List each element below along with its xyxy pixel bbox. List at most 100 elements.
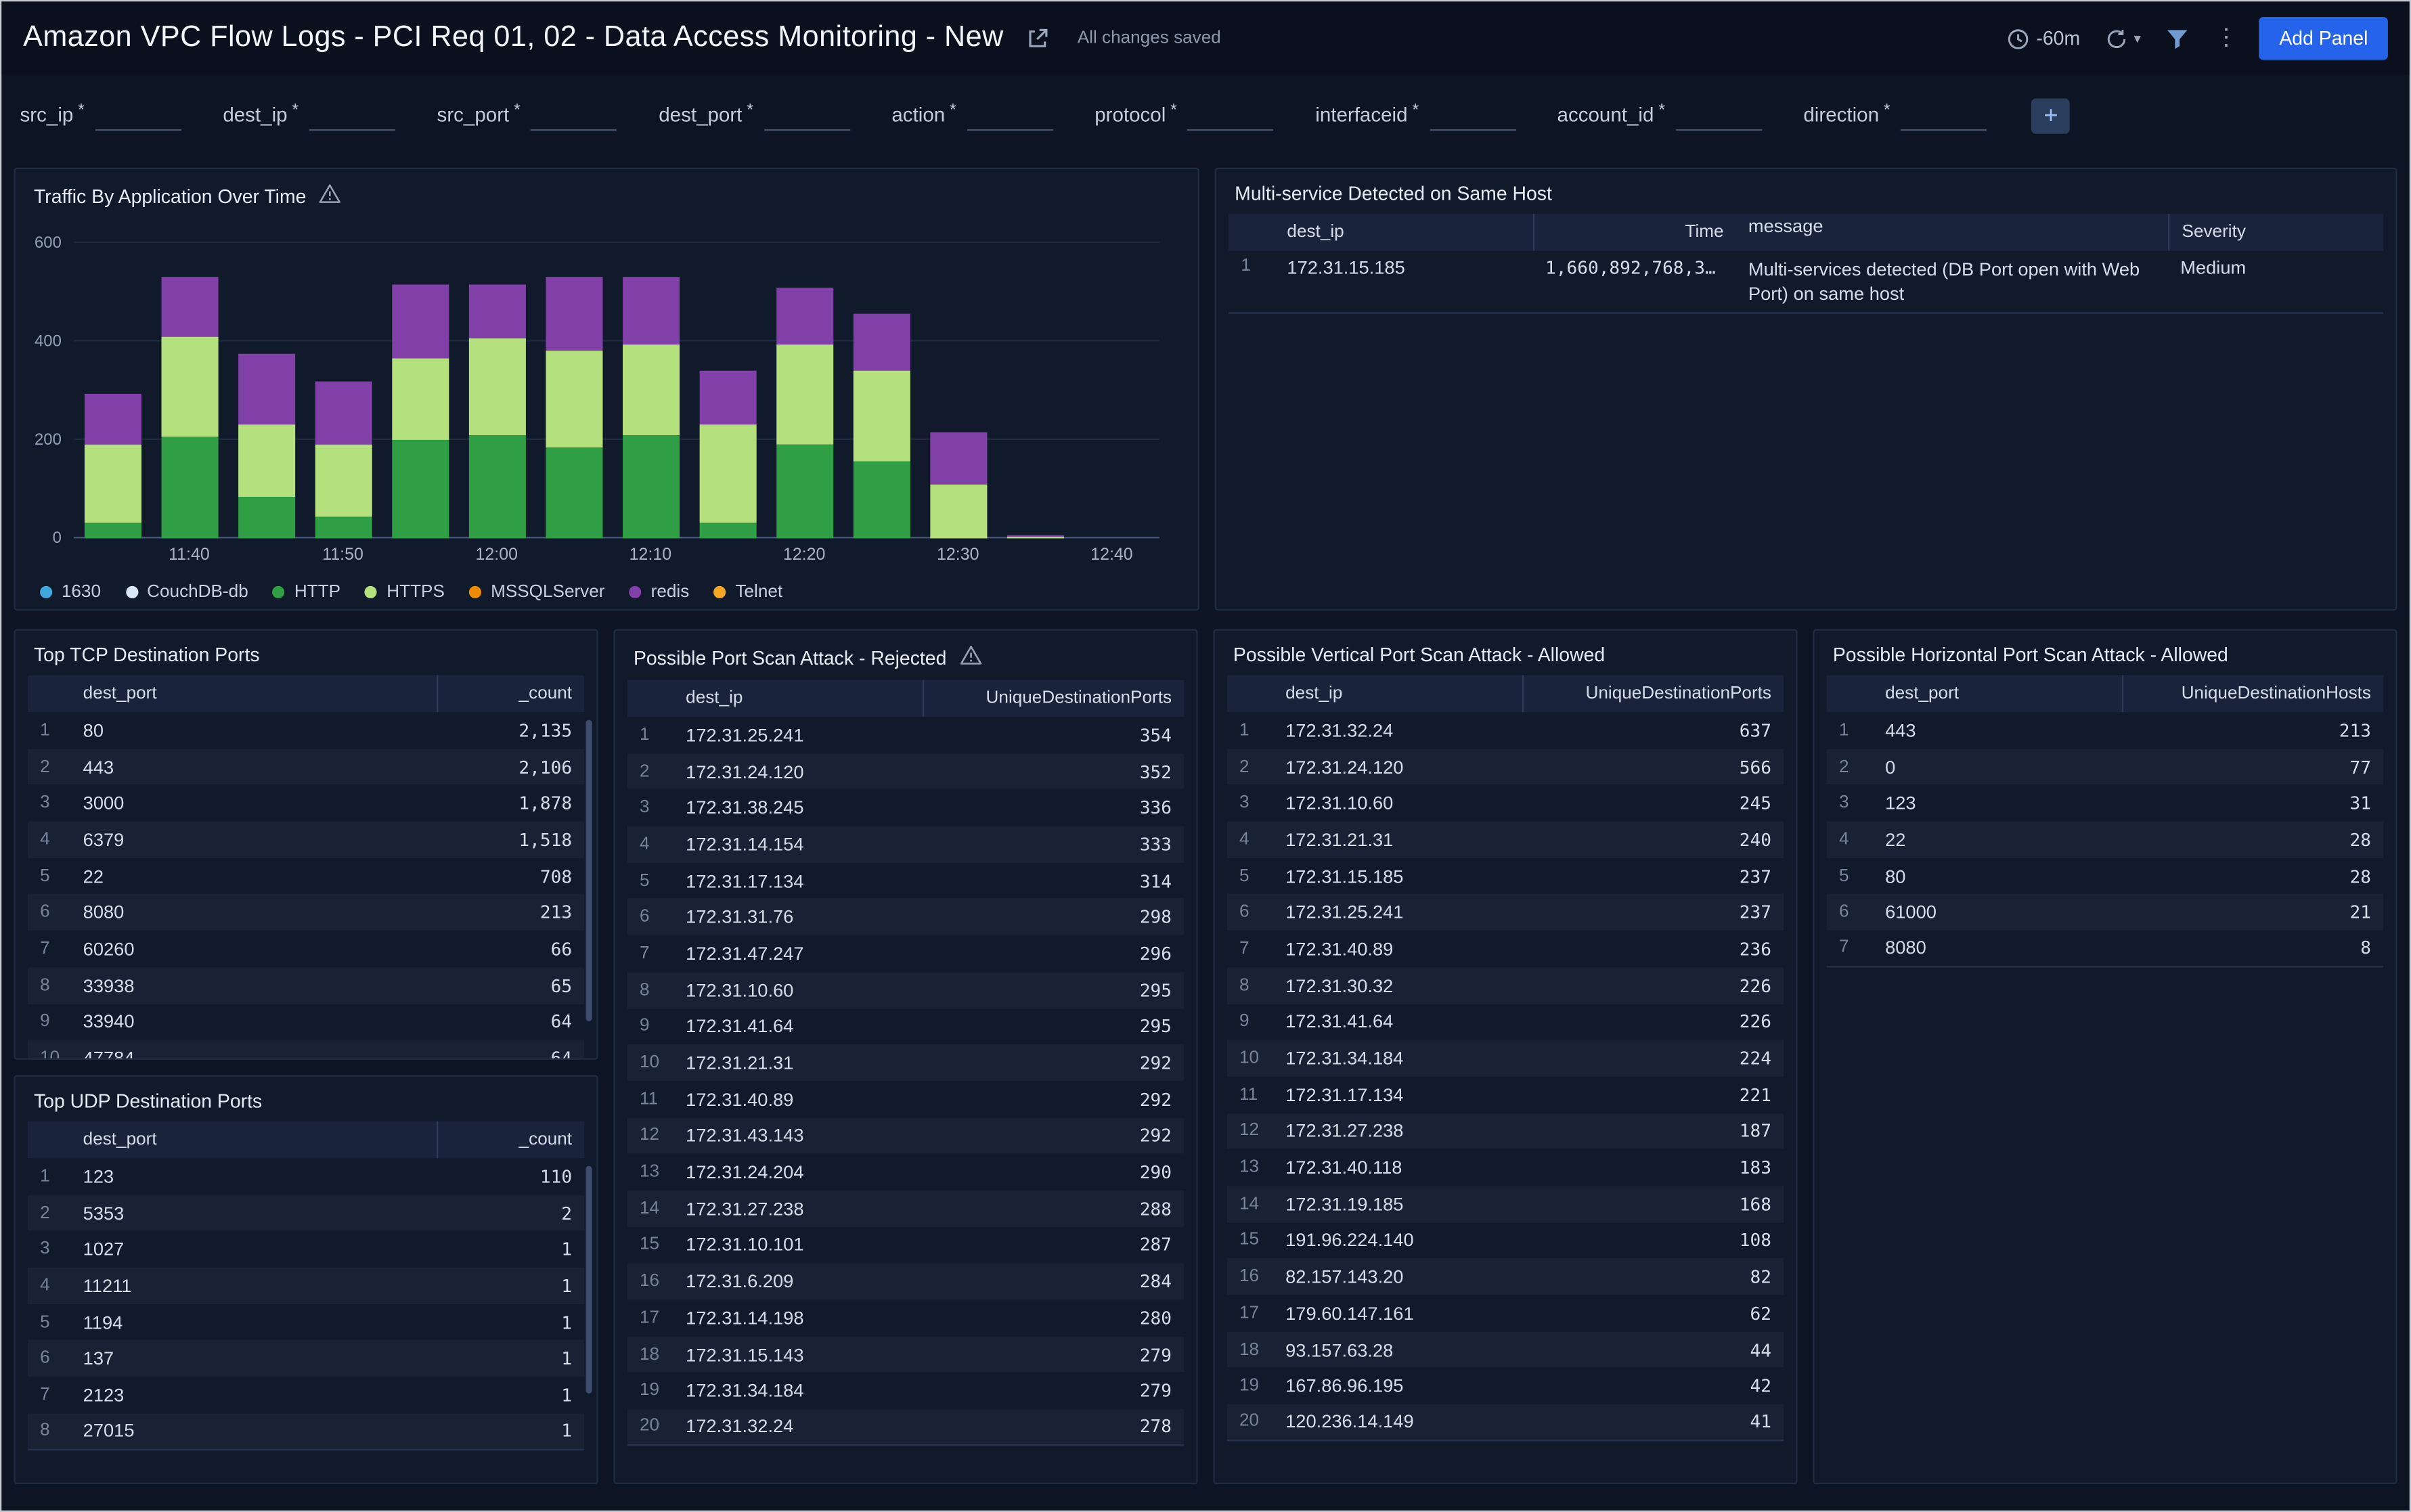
stacked-bar-12:20[interactable]: [776, 287, 833, 539]
table-row[interactable]: 19 167.86.96.195 42: [1227, 1368, 1784, 1404]
table-row[interactable]: 19 172.31.34.184 279: [627, 1373, 1184, 1409]
time-range-control[interactable]: -60m: [2004, 24, 2083, 53]
table-row[interactable]: 2 0 77: [1826, 749, 2384, 785]
table-row[interactable]: 3 123 31: [1827, 785, 2383, 822]
legend-item-HTTPS[interactable]: HTTPS: [365, 583, 445, 602]
table-row[interactable]: 8 172.31.30.32 226: [1226, 967, 1784, 1004]
filter-icon[interactable]: [2163, 23, 2193, 53]
table-row[interactable]: 7 172.31.47.247 296: [627, 935, 1184, 972]
table-row[interactable]: 8 33938 65: [27, 967, 585, 1004]
add-filter-button[interactable]: +: [2031, 97, 2071, 133]
table-row[interactable]: 4 22 28: [1826, 821, 2384, 858]
table-row[interactable]: 7 8080 8: [1826, 931, 2384, 968]
table-row[interactable]: 1 80 2,135: [28, 712, 584, 749]
filter-input-dest_ip[interactable]: [309, 99, 396, 131]
table-row[interactable]: 6 61000 21: [1826, 894, 2384, 931]
table-row[interactable]: 2 443 2,106: [27, 749, 585, 785]
column-header-_count[interactable]: _count: [437, 1121, 584, 1159]
stacked-bar-11:35[interactable]: [83, 393, 141, 539]
table-row[interactable]: 5 172.31.15.185 237: [1227, 858, 1784, 895]
column-header-dest_port[interactable]: dest_port: [70, 684, 437, 703]
table-row[interactable]: 2 172.31.24.120 566: [1226, 749, 1784, 785]
legend-item-Telnet[interactable]: Telnet: [713, 583, 782, 602]
table-row[interactable]: 14 172.31.19.185 168: [1226, 1186, 1784, 1222]
stacked-bar-12:00[interactable]: [468, 284, 525, 539]
table-row[interactable]: 16 82.157.143.20 82: [1226, 1258, 1784, 1295]
table-row[interactable]: 13 172.31.40.118 183: [1227, 1149, 1784, 1186]
table-row[interactable]: 1 172.31.25.241 354: [627, 717, 1184, 753]
table-row[interactable]: 13 172.31.24.204 290: [627, 1154, 1184, 1191]
column-header-dest_ip[interactable]: dest_ip: [673, 689, 923, 707]
table-row[interactable]: 10 172.31.34.184 224: [1226, 1040, 1784, 1077]
table-row[interactable]: 14 172.31.27.238 288: [627, 1190, 1185, 1227]
stacked-bar-12:25[interactable]: [852, 314, 910, 539]
column-header-Severity[interactable]: Severity: [2168, 213, 2383, 251]
stacked-bar-11:50[interactable]: [314, 380, 372, 539]
table-row[interactable]: 1 123 110: [28, 1158, 584, 1195]
table-row[interactable]: 7 2123 1: [28, 1377, 584, 1413]
table-row[interactable]: 2 5353 2: [27, 1195, 585, 1231]
table-row[interactable]: 17 172.31.14.198 280: [627, 1299, 1184, 1336]
column-header-dest_ip[interactable]: dest_ip: [1275, 214, 1533, 251]
filter-input-protocol[interactable]: [1187, 99, 1274, 131]
table-row[interactable]: 3 172.31.10.60 245: [1227, 785, 1784, 822]
filter-input-direction[interactable]: [1901, 99, 1987, 131]
table-row[interactable]: 6 172.31.31.76 298: [627, 899, 1185, 936]
filter-input-src_ip[interactable]: [95, 99, 181, 131]
table-row[interactable]: 11 172.31.40.89 292: [627, 1081, 1184, 1117]
table-row[interactable]: 1 172.31.15.185 1,660,892,768,327 Multi-ser…: [1229, 250, 2384, 315]
filter-input-interfaceid[interactable]: [1429, 99, 1516, 131]
column-header-UniqueDestinationHosts[interactable]: UniqueDestinationHosts: [2121, 675, 2383, 713]
stacked-bar-12:15[interactable]: [699, 371, 756, 539]
filter-input-dest_port[interactable]: [764, 99, 851, 131]
column-header-dest_port[interactable]: dest_port: [1873, 684, 2122, 703]
table-row[interactable]: 18 172.31.15.143 279: [627, 1336, 1185, 1373]
legend-item-CouchDB-db[interactable]: CouchDB-db: [125, 583, 248, 602]
share-icon[interactable]: [1022, 23, 1053, 53]
legend-item-redis[interactable]: redis: [629, 583, 689, 602]
column-header-_count[interactable]: _count: [437, 675, 584, 713]
table-row[interactable]: 1 443 213: [1827, 712, 2383, 749]
table-row[interactable]: 3 172.31.38.245 336: [627, 790, 1184, 826]
refresh-control[interactable]: ▾: [2102, 24, 2144, 53]
table-row[interactable]: 10 172.31.21.31 292: [627, 1044, 1185, 1082]
table-row[interactable]: 12 172.31.43.143 292: [627, 1117, 1185, 1155]
legend-item-MSSQLServer[interactable]: MSSQLServer: [469, 583, 604, 602]
stacked-bar-11:40[interactable]: [160, 277, 218, 539]
stacked-bar-11:45[interactable]: [237, 353, 295, 539]
table-row[interactable]: 1 172.31.32.24 637: [1227, 712, 1784, 749]
table-row[interactable]: 5 22 708: [28, 858, 584, 895]
filter-input-src_port[interactable]: [531, 99, 617, 131]
table-row[interactable]: 9 172.31.41.64 295: [627, 1008, 1184, 1045]
kebab-menu-icon[interactable]: ⋮: [2211, 26, 2240, 49]
column-header-UniqueDestinationPorts[interactable]: UniqueDestinationPorts: [923, 680, 1184, 717]
table-row[interactable]: 11 172.31.17.134 221: [1227, 1077, 1784, 1113]
stacked-bar-11:55[interactable]: [391, 284, 449, 539]
table-row[interactable]: 8 172.31.10.60 295: [627, 971, 1185, 1008]
table-row[interactable]: 8 27015 1: [27, 1413, 585, 1450]
table-row[interactable]: 6 8080 213: [27, 894, 585, 931]
table-row[interactable]: 7 60260 66: [28, 931, 584, 967]
table-row[interactable]: 3 1027 1: [28, 1231, 584, 1268]
stacked-bar-12:05[interactable]: [545, 277, 602, 539]
column-header-Time[interactable]: Time: [1532, 213, 1736, 251]
table-row[interactable]: 9 172.31.41.64 226: [1227, 1004, 1784, 1040]
table-row[interactable]: 4 172.31.21.31 240: [1226, 821, 1784, 858]
table-row[interactable]: 17 179.60.147.161 62: [1227, 1295, 1784, 1332]
table-row[interactable]: 18 93.157.63.28 44: [1226, 1331, 1784, 1369]
table-row[interactable]: 3 3000 1,878: [28, 785, 584, 822]
column-header-UniqueDestinationPorts[interactable]: UniqueDestinationPorts: [1522, 675, 1784, 713]
table-row[interactable]: 7 172.31.40.89 236: [1227, 931, 1784, 967]
add-panel-button[interactable]: Add Panel: [2259, 16, 2388, 60]
legend-item-HTTP[interactable]: HTTP: [273, 583, 340, 602]
table-row[interactable]: 6 172.31.25.241 237: [1226, 894, 1784, 931]
scrollbar-thumb[interactable]: [585, 719, 592, 1022]
table-row[interactable]: 15 172.31.10.101 287: [627, 1227, 1184, 1264]
stacked-bar-12:30[interactable]: [929, 432, 987, 539]
table-row[interactable]: 15 191.96.224.140 108: [1227, 1222, 1784, 1259]
table-row[interactable]: 10 47784 64: [27, 1040, 585, 1059]
column-header-dest_port[interactable]: dest_port: [70, 1130, 437, 1149]
stacked-bar-12:10[interactable]: [621, 277, 679, 539]
filter-input-action[interactable]: [967, 99, 1053, 131]
stacked-bar-12:35[interactable]: [1006, 535, 1063, 539]
